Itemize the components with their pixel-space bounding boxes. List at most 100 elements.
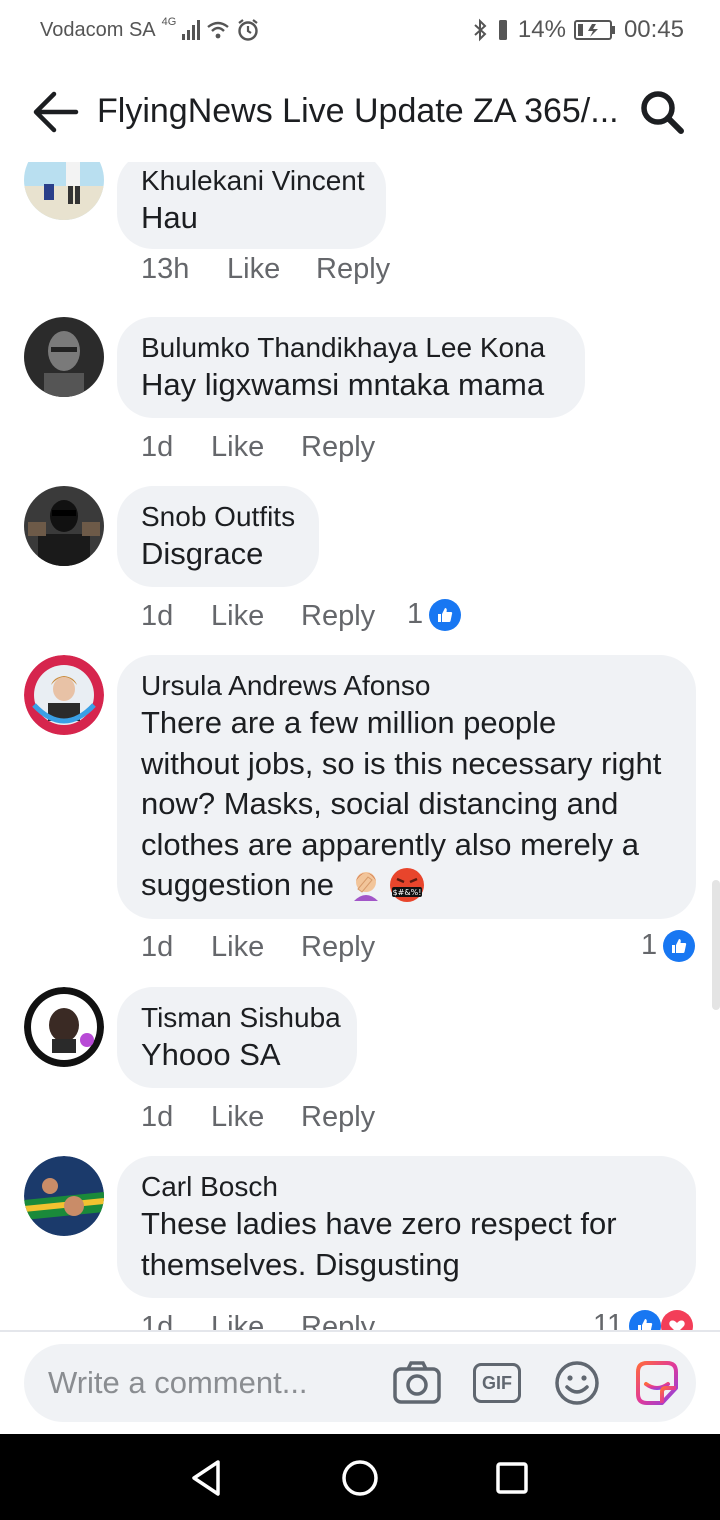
like-button[interactable]: Like — [211, 1311, 301, 1330]
avatar[interactable] — [24, 317, 104, 397]
reaction-count[interactable]: 1 — [407, 598, 462, 631]
carrier-name: Vodacom SA — [40, 18, 156, 41]
search-icon — [641, 91, 684, 134]
bluetooth-icon — [474, 18, 487, 42]
nav-home-button[interactable] — [338, 1456, 382, 1500]
emoji-button[interactable] — [550, 1356, 604, 1410]
comment-text: Hay ligxwamsi mntaka mama — [141, 367, 545, 402]
reaction-count[interactable]: 11 — [593, 1309, 694, 1330]
reply-button[interactable]: Reply — [301, 1311, 375, 1330]
avatar[interactable] — [24, 486, 104, 566]
comment-text-line: suggestion ne — [141, 867, 335, 902]
search-button[interactable] — [638, 88, 686, 136]
square-recents-icon — [496, 1462, 528, 1494]
status-left: Vodacom SA 4G — [40, 16, 260, 42]
comment-actions: 1d Like Reply — [141, 1311, 375, 1330]
like-reaction-icon — [429, 598, 462, 631]
comment-composer: GIF — [0, 1330, 720, 1434]
reply-button[interactable]: Reply — [301, 600, 375, 633]
censored-swearing-emoji-icon: $#&%! — [390, 868, 425, 903]
comment-bubble[interactable]: Snob Outfits Disgrace — [117, 486, 319, 587]
vibrate-icon — [498, 20, 507, 40]
signal-icon — [182, 20, 201, 40]
status-right: 14% 00:45 — [472, 16, 684, 44]
comment-actions: 1d Like Reply — [141, 600, 375, 633]
back-button[interactable] — [30, 90, 80, 134]
comment-time[interactable]: 1d — [141, 600, 211, 633]
comments-feed: Khulekani Vincent Hau 13h Like Reply Bul… — [0, 162, 720, 1330]
avatar[interactable] — [24, 162, 104, 220]
gif-button[interactable]: GIF — [470, 1356, 524, 1410]
comment-text: Yhooo SA — [141, 1037, 281, 1072]
comment-author[interactable]: Snob Outfits — [141, 500, 295, 534]
reply-button[interactable]: Reply — [301, 931, 375, 964]
reaction-number: 1 — [641, 929, 658, 961]
comment-bubble[interactable]: Tisman Sishuba Yhooo SA — [117, 987, 357, 1088]
battery-percent: 14% — [517, 16, 566, 43]
reaction-count[interactable]: 1 — [641, 929, 696, 962]
comment-time[interactable]: 1d — [141, 431, 211, 464]
reply-button[interactable]: Reply — [316, 253, 390, 286]
reply-button[interactable]: Reply — [301, 1101, 375, 1134]
like-button[interactable]: Like — [211, 431, 301, 464]
reaction-number: 11 — [593, 1309, 624, 1330]
scrollbar-thumb[interactable] — [712, 880, 720, 1010]
camera-icon — [393, 1361, 441, 1404]
reply-button[interactable]: Reply — [301, 431, 375, 464]
comment-actions: 1d Like Reply — [141, 431, 375, 464]
comment-text-line: There are a few million people — [141, 705, 557, 740]
like-reaction-icon — [663, 929, 696, 962]
comment-bubble[interactable]: Carl Bosch These ladies have zero respec… — [117, 1156, 696, 1298]
comment-author[interactable]: Carl Bosch — [141, 1170, 672, 1204]
comment-actions: 1d Like Reply — [141, 931, 375, 964]
comment-text-line: now? Masks, social distancing and — [141, 786, 619, 821]
facepalm-emoji-icon — [354, 872, 379, 902]
comment-author[interactable]: Bulumko Thandikhaya Lee Kona — [141, 331, 561, 365]
page-title: FlyingNews Live Update ZA 365/... — [97, 92, 619, 130]
comment-time[interactable]: 13h — [141, 253, 227, 286]
comment-actions: 1d Like Reply — [141, 1101, 375, 1134]
nav-back-button[interactable] — [184, 1456, 228, 1500]
clock-time: 00:45 — [623, 16, 684, 43]
sticker-icon — [636, 1361, 678, 1405]
reaction-number: 1 — [407, 598, 424, 630]
comment-time[interactable]: 1d — [141, 1311, 211, 1330]
comment-text-line: These ladies have zero respect for — [141, 1206, 617, 1241]
sticker-button[interactable] — [630, 1356, 684, 1410]
camera-button[interactable] — [390, 1356, 444, 1410]
comment-bubble[interactable]: Khulekani Vincent Hau — [117, 162, 386, 249]
emoji-icon — [555, 1361, 599, 1405]
app-header: FlyingNews Live Update ZA 365/... — [0, 62, 720, 162]
circle-home-icon — [342, 1460, 378, 1496]
comment-author[interactable]: Tisman Sishuba — [141, 1001, 341, 1035]
triangle-back-icon — [192, 1460, 220, 1496]
comment-bubble[interactable]: Bulumko Thandikhaya Lee Kona Hay ligxwam… — [117, 317, 585, 418]
comment-author[interactable]: Khulekani Vincent — [141, 164, 365, 198]
gif-icon: GIF — [473, 1363, 521, 1403]
system-nav-bar — [0, 1434, 720, 1520]
like-button[interactable]: Like — [211, 600, 301, 633]
wifi-icon — [207, 21, 230, 39]
avatar[interactable] — [24, 987, 104, 1067]
comment-text-line: clothes are apparently also merely a — [141, 826, 639, 862]
comment-bubble[interactable]: Ursula Andrews Afonso There are a few mi… — [117, 655, 696, 919]
like-reaction-icon — [629, 1309, 662, 1330]
nav-recents-button[interactable] — [490, 1456, 534, 1500]
avatar[interactable] — [24, 655, 104, 735]
status-bar: Vodacom SA 4G 14% 00:45 — [0, 0, 720, 62]
comment-author[interactable]: Ursula Andrews Afonso — [141, 669, 672, 703]
composer-tools: GIF — [390, 1356, 684, 1410]
like-button[interactable]: Like — [211, 1101, 301, 1134]
comment-time[interactable]: 1d — [141, 1101, 211, 1134]
comment-text: Hau — [141, 200, 198, 235]
comment-text-last-line: suggestion ne $#&%! — [141, 865, 672, 906]
avatar[interactable] — [24, 1156, 104, 1236]
comment-time[interactable]: 1d — [141, 931, 211, 964]
love-reaction-icon — [661, 1309, 694, 1330]
comment-actions: 13h Like Reply — [141, 253, 390, 286]
network-type: 4G — [161, 16, 177, 28]
battery-icon — [573, 20, 615, 40]
comment-text-line: without jobs, so is this necessary right — [141, 745, 662, 781]
like-button[interactable]: Like — [227, 253, 316, 286]
like-button[interactable]: Like — [211, 931, 301, 964]
